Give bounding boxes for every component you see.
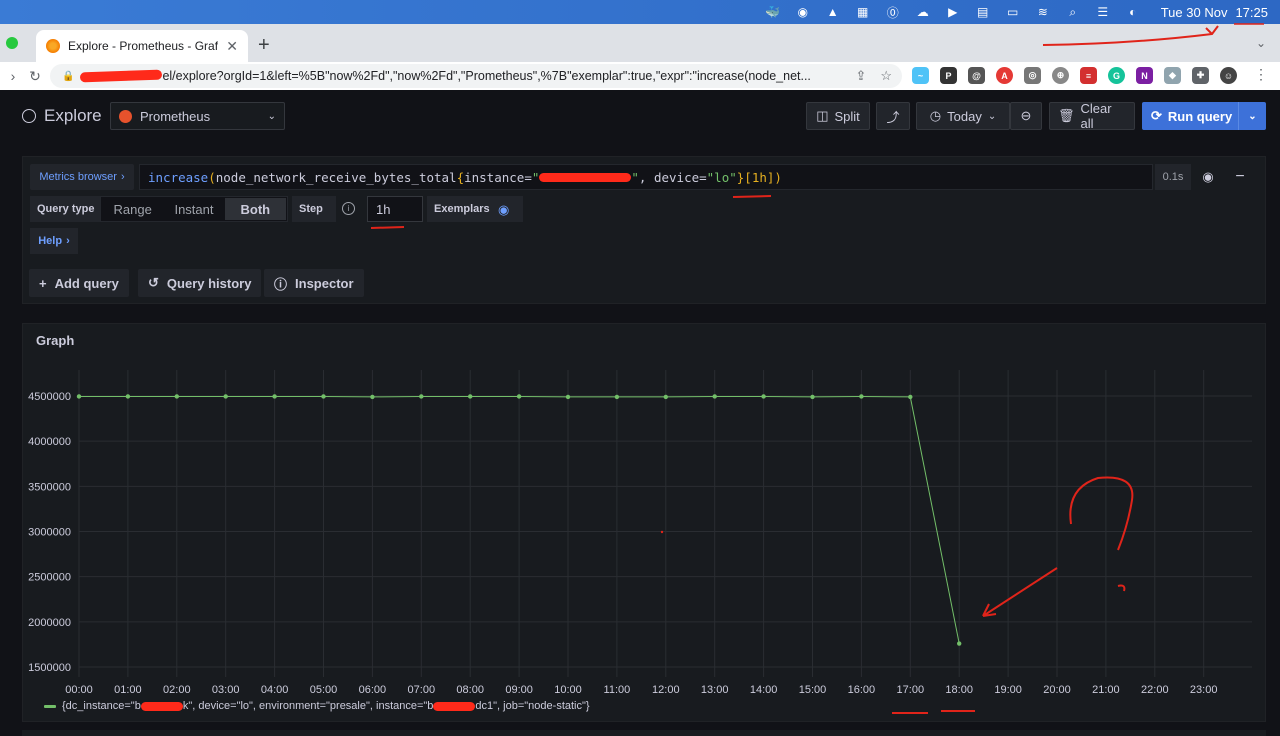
x-tick-label: 15:00 [799,684,827,696]
x-tick-label: 12:00 [652,684,680,696]
chart-y-ticks: 1500000 2000000 2500000 3000000 3500000 40000… [28,391,71,674]
data-point [468,394,473,399]
chart-x-ticks: 00:00 01:00 02:00 03:00 04:00 05:00 06:00 07:00… [65,684,1217,696]
x-tick-label: 19:00 [994,684,1022,696]
data-point [125,394,131,399]
x-tick-label: 10:00 [554,684,582,696]
y-tick-label: 3500000 [28,481,71,493]
x-tick-label: 03:00 [212,684,240,696]
x-tick-label: 02:00 [163,684,191,696]
data-point [516,394,522,399]
x-tick-label: 04:00 [261,684,289,696]
y-tick-label: 2000000 [28,617,71,629]
y-tick-label: 3000000 [28,527,71,539]
x-tick-label: 16:00 [848,684,876,696]
x-tick-label: 14:00 [750,684,778,696]
data-point [614,394,620,400]
x-tick-label: 06:00 [359,684,387,696]
x-tick-label: 00:00 [65,684,93,696]
next-panel-edge [22,730,1266,736]
data-point [810,394,815,400]
graph-chart[interactable]: 1500000 2000000 2500000 3000000 3500000 40000… [0,0,1280,736]
legend-part: k", device="lo", environment="presale", … [182,700,434,712]
data-point [712,394,717,399]
x-tick-label: 21:00 [1092,684,1120,696]
data-point [272,394,277,399]
data-point [859,394,864,399]
data-point [76,394,82,399]
legend-swatch [44,704,56,708]
graph-legend[interactable]: {dc_instance="b k", device="lo", environm… [44,700,590,712]
x-tick-label: 09:00 [505,684,533,696]
data-point [957,641,962,646]
data-point [761,394,766,399]
y-tick-label: 4500000 [28,391,71,403]
x-tick-label: 07:00 [408,684,436,696]
x-tick-label: 08:00 [456,684,484,696]
y-tick-label: 1500000 [28,662,71,674]
redaction-mark [140,701,183,711]
legend-part: dc1", job="node-static"} [475,700,590,712]
x-tick-label: 23:00 [1190,684,1218,696]
data-point [370,394,375,400]
data-point [174,394,179,399]
data-point [663,394,668,400]
x-tick-label: 05:00 [310,684,338,696]
x-tick-label: 01:00 [114,684,142,696]
legend-part: {dc_instance="b [62,700,141,712]
x-tick-label: 17:00 [897,684,925,696]
x-tick-label: 13:00 [701,684,729,696]
y-tick-label: 2500000 [28,572,71,584]
x-tick-label: 11:00 [604,684,631,696]
x-tick-label: 22:00 [1141,684,1169,696]
data-point [908,394,913,400]
x-tick-label: 20:00 [1043,684,1071,696]
data-point [223,394,228,399]
x-tick-label: 18:00 [945,684,973,696]
legend-label: {dc_instance="b k", device="lo", environm… [62,700,590,712]
data-point [419,394,424,399]
data-point [321,394,326,399]
chart-grid [78,370,1252,677]
redaction-mark [433,701,476,711]
y-tick-label: 4000000 [28,436,71,448]
data-point [565,394,571,400]
